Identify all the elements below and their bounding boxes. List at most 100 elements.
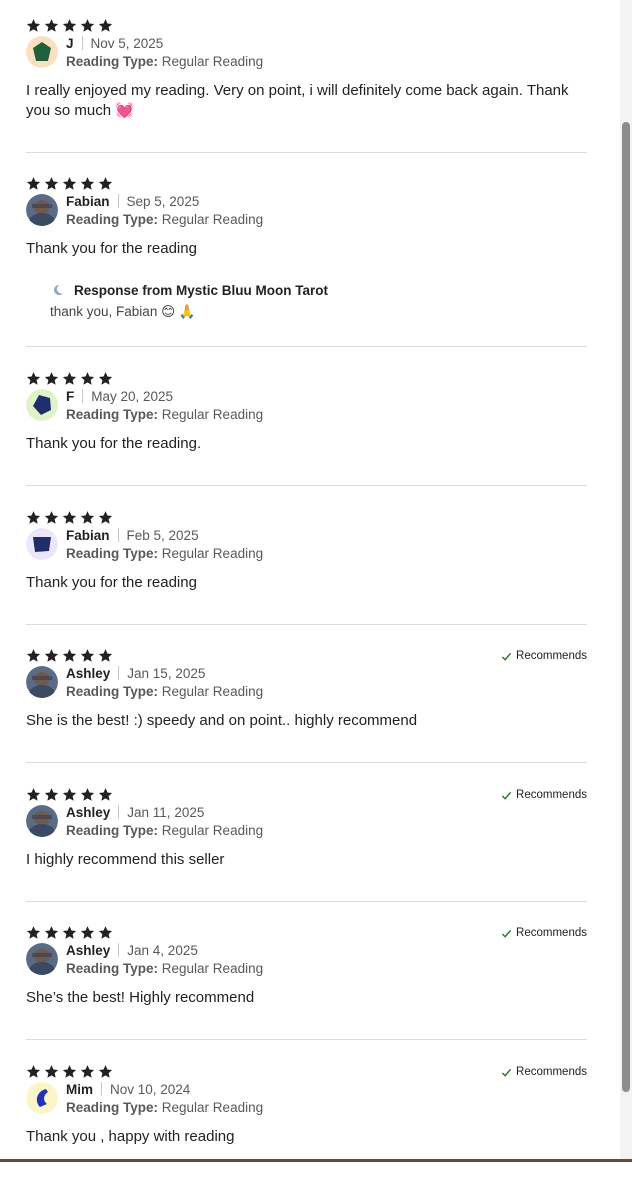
- star-icon: [44, 176, 59, 191]
- star-icon: [26, 787, 41, 802]
- star-icon: [98, 176, 113, 191]
- avatar[interactable]: [26, 36, 58, 68]
- reading-type-value: Regular Reading: [161, 823, 264, 838]
- reading-type-value: Regular Reading: [161, 407, 264, 422]
- star-icon: [98, 787, 113, 802]
- star-icon: [98, 925, 113, 940]
- avatar[interactable]: [26, 805, 58, 837]
- star-icon: [62, 787, 77, 802]
- star-rating: [26, 925, 113, 941]
- star-icon: [44, 648, 59, 663]
- check-icon: [501, 790, 512, 801]
- star-icon: [62, 18, 77, 33]
- check-icon: [501, 651, 512, 662]
- star-icon: [44, 1064, 59, 1079]
- divider: [26, 152, 587, 153]
- star-icon: [80, 176, 95, 191]
- reading-type-value: Regular Reading: [161, 961, 264, 976]
- reading-type-label: Reading Type:: [66, 546, 159, 561]
- reading-type-value: Regular Reading: [161, 54, 264, 69]
- avatar[interactable]: [26, 528, 58, 560]
- avatar[interactable]: [26, 389, 58, 421]
- meta-separator: [118, 666, 120, 680]
- reading-type-label: Reading Type:: [66, 823, 159, 838]
- star-icon: [98, 18, 113, 33]
- meta-separator: [118, 943, 120, 957]
- reading-type: Reading Type: Regular Reading: [66, 960, 263, 978]
- review-date: Feb 5, 2025: [126, 528, 199, 543]
- divider: [26, 346, 587, 347]
- review-date: Sep 5, 2025: [126, 194, 200, 209]
- star-icon: [26, 648, 41, 663]
- review-text: Thank you , happy with reading: [26, 1128, 235, 1145]
- avatar[interactable]: [26, 666, 58, 698]
- check-icon: [501, 1067, 512, 1078]
- divider: [26, 762, 587, 763]
- star-icon: [44, 510, 59, 525]
- reviewer-name[interactable]: Fabian: [66, 194, 110, 209]
- reviewer-name[interactable]: F: [66, 389, 74, 404]
- star-icon: [98, 648, 113, 663]
- reading-type: Reading Type: Regular Reading: [66, 1099, 263, 1117]
- reading-type-label: Reading Type:: [66, 961, 159, 976]
- star-rating: [26, 371, 113, 387]
- star-rating: [26, 787, 113, 803]
- review-date: Jan 4, 2025: [127, 943, 198, 958]
- reviewer-name[interactable]: Mim: [66, 1082, 93, 1097]
- recommends-label: Recommends: [516, 650, 587, 662]
- reviewer-name[interactable]: Ashley: [66, 943, 110, 958]
- reviewer-name[interactable]: Ashley: [66, 666, 110, 681]
- recommends-label: Recommends: [516, 1066, 587, 1078]
- star-icon: [62, 1064, 77, 1079]
- recommends-label: Recommends: [516, 927, 587, 939]
- star-icon: [26, 1064, 41, 1079]
- star-icon: [26, 176, 41, 191]
- scrollbar-thumb[interactable]: [622, 122, 630, 1092]
- review-item: Recommends Ashley Jan 11, 2025 Reading Type…: [26, 787, 587, 907]
- reading-type: Reading Type: Regular Reading: [66, 683, 263, 701]
- recommends-badge: Recommends: [501, 927, 587, 939]
- reviewer-name[interactable]: J: [66, 36, 74, 51]
- review-text: She is the best! :) speedy and on point.…: [26, 712, 418, 729]
- review-meta: Fabian Feb 5, 2025 Reading Type: Regular R…: [66, 527, 263, 563]
- star-icon: [62, 648, 77, 663]
- star-icon: [98, 371, 113, 386]
- star-icon: [62, 176, 77, 191]
- reviewer-name[interactable]: Fabian: [66, 528, 110, 543]
- star-rating: [26, 510, 113, 526]
- meta-separator: [81, 36, 83, 50]
- review-item: F May 20, 2025 Reading Type: Regular Readi…: [26, 371, 587, 491]
- review-text: She’s the best! Highly recommend: [26, 989, 255, 1006]
- review-text: I really enjoyed my reading. Very on poi…: [26, 82, 569, 119]
- star-rating: [26, 1064, 113, 1080]
- divider: [26, 901, 587, 902]
- star-icon: [62, 510, 77, 525]
- reading-type: Reading Type: Regular Reading: [66, 406, 263, 424]
- reading-type: Reading Type: Regular Reading: [66, 545, 263, 563]
- response-title: Response from Mystic Bluu Moon Tarot: [74, 282, 329, 298]
- star-icon: [62, 925, 77, 940]
- recommends-badge: Recommends: [501, 789, 587, 801]
- reading-type-label: Reading Type:: [66, 212, 159, 227]
- response-header: Response from Mystic Bluu Moon Tarot: [50, 282, 328, 298]
- avatar[interactable]: [26, 943, 58, 975]
- review-date: Jan 11, 2025: [127, 805, 205, 820]
- avatar[interactable]: [26, 194, 58, 226]
- divider: [26, 485, 587, 486]
- moon-icon: [50, 282, 66, 298]
- review-meta: Mim Nov 10, 2024 Reading Type: Regular Rea…: [66, 1081, 263, 1117]
- reviewer-name[interactable]: Ashley: [66, 805, 110, 820]
- reading-type-label: Reading Type:: [66, 684, 159, 699]
- review-meta: Fabian Sep 5, 2025 Reading Type: Regular R…: [66, 193, 263, 229]
- meta-separator: [101, 1082, 102, 1096]
- reading-type-label: Reading Type:: [66, 54, 159, 69]
- avatar[interactable]: [26, 1082, 58, 1114]
- seller-response: Response from Mystic Bluu Moon Tarot than…: [50, 282, 328, 320]
- reading-type-value: Regular Reading: [161, 546, 264, 561]
- star-icon: [26, 371, 41, 386]
- review-text: I highly recommend this seller: [26, 851, 225, 868]
- star-icon: [98, 1064, 113, 1079]
- star-icon: [80, 1064, 95, 1079]
- review-meta: Ashley Jan 11, 2025 Reading Type: Regular …: [66, 804, 263, 840]
- star-icon: [26, 925, 41, 940]
